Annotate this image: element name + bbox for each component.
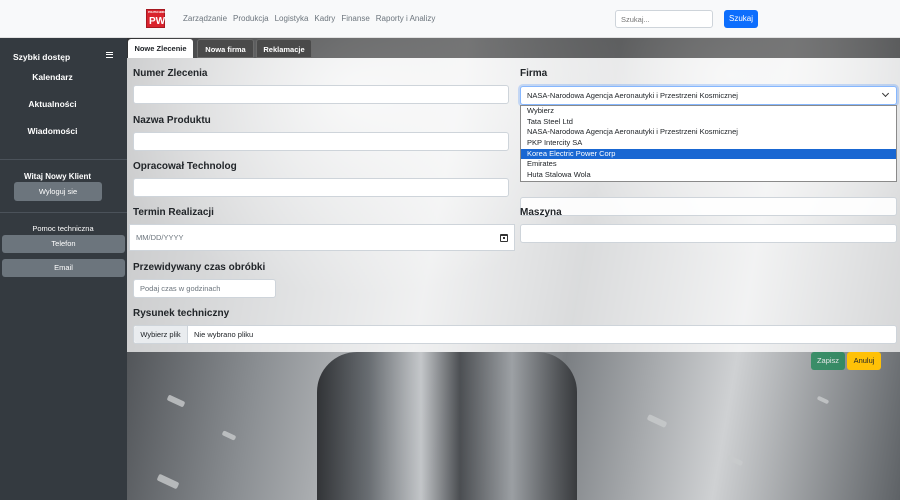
technologist-field[interactable] (133, 178, 509, 197)
deadline-date-field[interactable]: MM/DD/YYYY (129, 224, 515, 251)
logo-main-text: PW (149, 16, 166, 27)
dropdown-option[interactable]: NASA-Narodowa Agencja Aeronautyki i Prze… (521, 127, 896, 138)
main-nav: Zarządzanie Produkcja Logistyka Kadry Fi… (183, 14, 435, 23)
university-logo[interactable]: POLITECHNIKA PW (146, 9, 167, 28)
nav-link-produkcja[interactable]: Produkcja (233, 14, 269, 23)
dropdown-option[interactable]: Wybierz (521, 106, 896, 117)
dropdown-option[interactable]: Tata Steel Ltd (521, 117, 896, 128)
tabs-bar: Nowe Zlecenie Nowa firma Reklamacje (127, 38, 900, 58)
nav-link-kadry[interactable]: Kadry (314, 14, 335, 23)
search-button[interactable]: Szukaj (724, 10, 758, 28)
machine-field[interactable] (520, 224, 897, 243)
order-number-label: Numer Zlecenia (133, 68, 208, 79)
phone-button[interactable]: Telefon (2, 235, 125, 253)
deadline-placeholder: MM/DD/YYYY (136, 233, 184, 242)
hamburger-menu-icon[interactable] (106, 52, 113, 58)
hidden-field[interactable] (520, 197, 897, 216)
email-button[interactable]: Email (2, 259, 125, 277)
sidebar-item-aktualnosci[interactable]: Aktualności (0, 99, 105, 109)
tab-nowa-firma[interactable]: Nowa firma (197, 39, 254, 58)
product-name-field[interactable] (133, 132, 509, 151)
sidebar-item-kalendarz[interactable]: Kalendarz (0, 72, 105, 82)
file-status: Nie wybrano pliku (194, 330, 254, 339)
help-title: Pomoc techniczna (32, 224, 94, 233)
nav-link-finanse[interactable]: Finanse (341, 14, 369, 23)
logo-top-text: POLITECHNIKA (148, 11, 167, 14)
tab-reklamacje[interactable]: Reklamacje (256, 39, 312, 58)
sidebar-divider (0, 212, 127, 213)
nav-link-raporty[interactable]: Raporty i Analizy (376, 14, 436, 23)
chevron-down-icon (881, 89, 890, 98)
company-select[interactable]: NASA-Narodowa Agencja Aeronautyki i Prze… (520, 86, 897, 105)
metal-chip-decoration (156, 473, 180, 490)
nav-link-logistyka[interactable]: Logistyka (275, 14, 309, 23)
drawing-label: Rysunek techniczny (133, 308, 230, 319)
company-selected-value: NASA-Narodowa Agencja Aeronautyki i Prze… (527, 91, 738, 100)
logout-button[interactable]: Wyloguj sie (14, 182, 102, 201)
machining-time-placeholder: Podaj czas w godzinach (140, 284, 221, 293)
drawing-file-input[interactable]: Wybierz plik Nie wybrano pliku (133, 325, 897, 344)
tab-nowe-zlecenie[interactable]: Nowe Zlecenie (128, 39, 193, 58)
order-number-field[interactable] (133, 85, 509, 104)
metal-chip-decoration (646, 414, 668, 428)
dropdown-option[interactable]: Huta Stalowa Wola (521, 170, 896, 181)
deadline-label: Termin Realizacji (133, 207, 214, 218)
choose-file-button[interactable]: Wybierz plik (134, 326, 188, 343)
search-input[interactable] (615, 10, 713, 28)
machine-label: Maszyna (520, 207, 562, 218)
dropdown-option[interactable]: PKP Intercity SA (521, 138, 896, 149)
save-button[interactable]: Zapisz (811, 352, 845, 370)
sidebar-title: Szybki dostęp (13, 52, 71, 62)
sidebar-item-wiadomosci[interactable]: Wiadomości (0, 126, 105, 136)
company-label: Firma (520, 68, 548, 79)
metal-chip-decoration (166, 394, 186, 408)
drill-bit-background-image (317, 352, 577, 500)
sidebar: Szybki dostęp Kalendarz Aktualności Wiad… (0, 38, 127, 500)
calendar-icon[interactable] (500, 234, 508, 242)
company-dropdown: Wybierz Tata Steel Ltd NASA-Narodowa Age… (520, 105, 897, 182)
top-navbar: POLITECHNIKA PW Zarządzanie Produkcja Lo… (0, 0, 900, 38)
metal-chip-decoration (816, 395, 830, 405)
machining-time-field[interactable]: Podaj czas w godzinach (133, 279, 276, 298)
sidebar-divider (0, 159, 127, 160)
technologist-label: Opracował Technolog (133, 161, 237, 172)
metal-chip-decoration (726, 454, 744, 467)
metal-chip-decoration (221, 430, 237, 441)
main-content: Nowe Zlecenie Nowa firma Reklamacje Nume… (127, 38, 900, 500)
welcome-text: Witaj Nowy Klient (23, 172, 92, 181)
nav-link-zarzadzanie[interactable]: Zarządzanie (183, 14, 227, 23)
cancel-button[interactable]: Anuluj (847, 352, 881, 370)
dropdown-option[interactable]: Emirates (521, 159, 896, 170)
dropdown-option-highlighted[interactable]: Korea Electric Power Corp (521, 148, 896, 160)
product-name-label: Nazwa Produktu (133, 115, 211, 126)
machining-time-label: Przewidywany czas obróbki (133, 262, 266, 273)
